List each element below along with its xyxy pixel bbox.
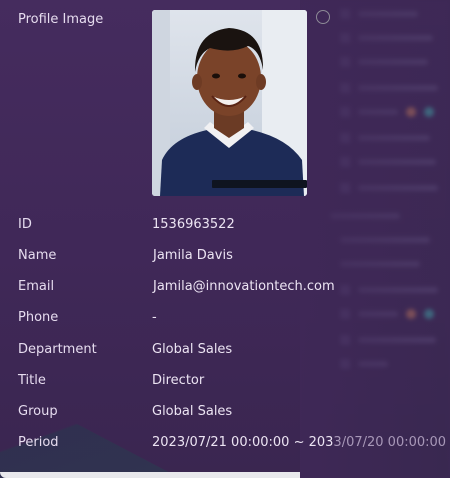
phone-label: Phone [18,310,59,325]
profile-image-label: Profile Image [18,12,104,27]
panel-bottom-edge [0,472,300,478]
email-value: Jamila@innovationtech.com [153,279,335,294]
person-avatar-icon [152,10,307,196]
id-value: 1536963522 [152,217,235,232]
phone-value: - [152,310,157,325]
period-value-start: 2023/07/21 00:00:00 ~ 203 [152,435,334,450]
profile-photo [152,10,307,196]
panel-overlay [300,0,450,478]
title-label: Title [18,373,46,388]
department-value: Global Sales [152,342,233,357]
period-value-end: 3/07/20 00:00:00 [333,435,447,450]
name-label: Name [18,248,57,263]
name-value: Jamila Davis [153,248,233,263]
email-label: Email [18,279,55,294]
group-value: Global Sales [152,404,233,419]
id-label: ID [18,217,32,232]
select-radio[interactable] [316,10,330,24]
group-label: Group [18,404,58,419]
period-value: 2023/07/21 00:00:00 ~ 2033/07/20 00:00:0… [152,435,446,450]
title-value: Director [152,373,205,388]
period-label: Period [18,435,59,450]
department-label: Department [18,342,97,357]
